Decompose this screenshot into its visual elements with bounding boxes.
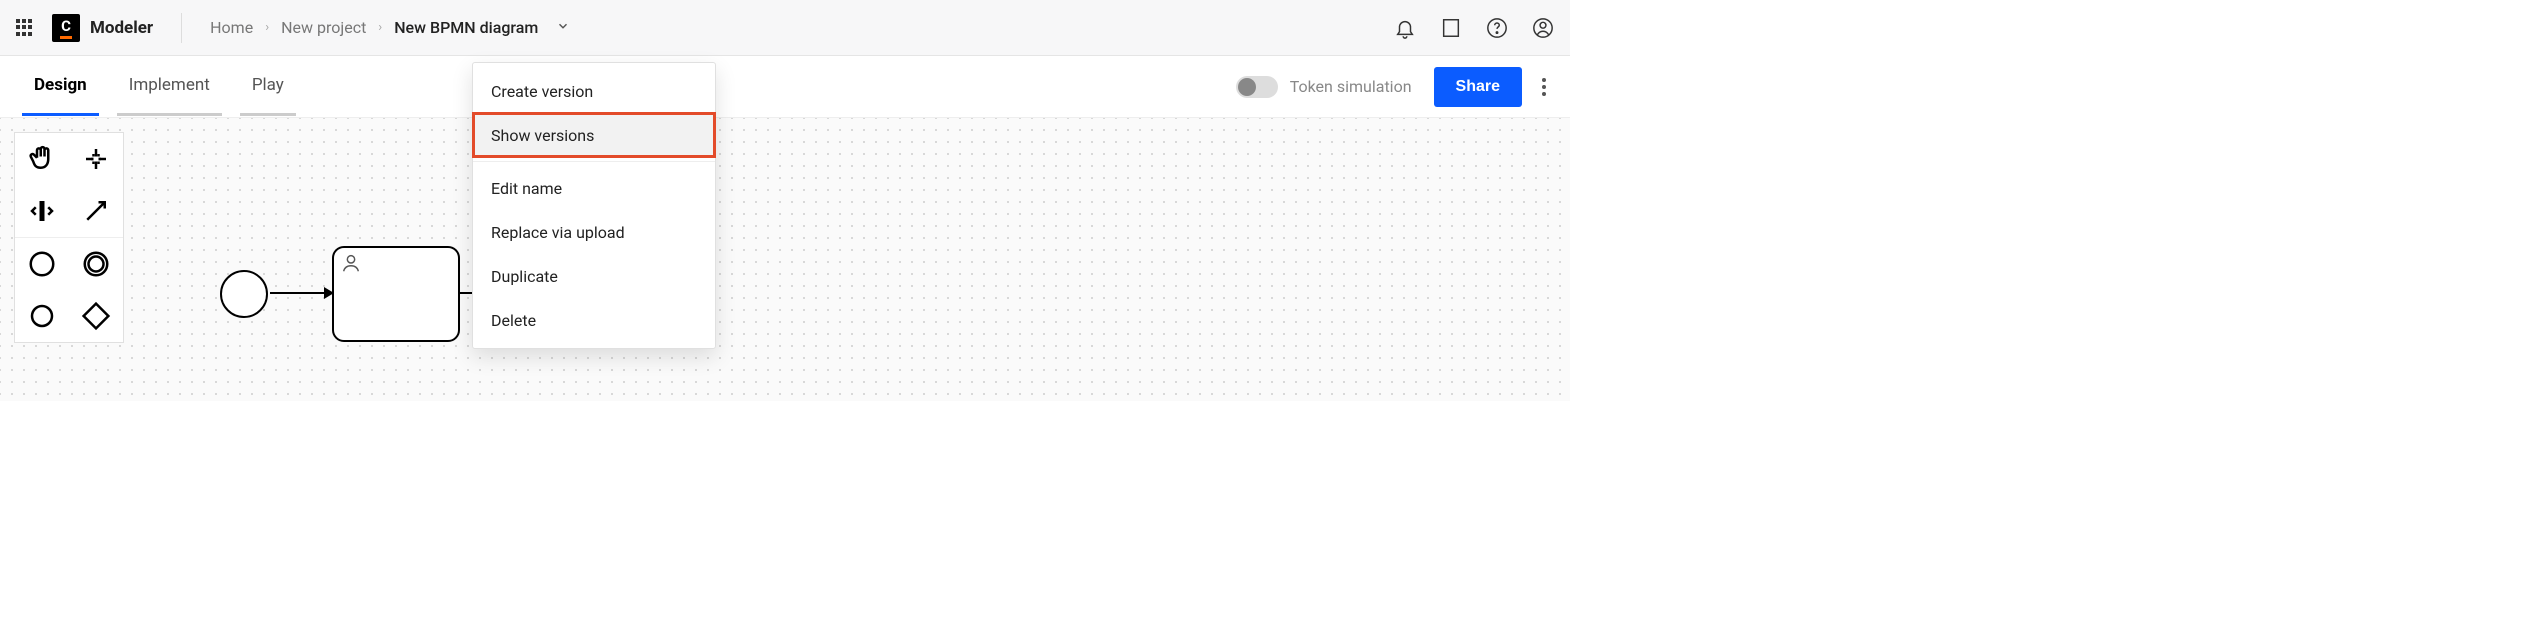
tabs-row: Design Implement Play Token simulation S… [0, 56, 1570, 118]
chevron-right-icon: › [378, 20, 382, 35]
menu-item-duplicate[interactable]: Duplicate [473, 254, 715, 298]
chevron-down-icon[interactable] [556, 18, 570, 37]
account-icon[interactable] [1532, 17, 1554, 39]
app-logo[interactable]: C [52, 14, 80, 42]
menu-item-show-versions[interactable]: Show versions [473, 113, 715, 157]
help-icon[interactable] [1486, 17, 1508, 39]
tab-design[interactable]: Design [22, 57, 99, 116]
tab-implement[interactable]: Implement [117, 57, 222, 116]
bpmn-sequence-flow[interactable] [270, 292, 332, 294]
hand-tool[interactable] [15, 133, 69, 185]
share-button[interactable]: Share [1434, 67, 1522, 107]
global-connect-tool[interactable] [69, 185, 123, 237]
breadcrumb-project[interactable]: New project [281, 18, 366, 37]
start-event-tool[interactable] [15, 238, 69, 290]
tab-play[interactable]: Play [240, 57, 296, 116]
chevron-right-icon: › [265, 20, 269, 35]
menu-item-create-version[interactable]: Create version [473, 69, 715, 113]
user-task-icon [340, 252, 362, 274]
app-name: Modeler [90, 18, 153, 38]
lasso-tool[interactable] [69, 133, 123, 185]
diagram-canvas[interactable]: Create version Show versions Edit name R… [0, 118, 1570, 401]
space-tool[interactable] [15, 185, 69, 237]
app-switcher-icon[interactable] [16, 19, 34, 37]
token-simulation-label: Token simulation [1290, 77, 1412, 96]
diagram-context-menu: Create version Show versions Edit name R… [472, 62, 716, 349]
bpmn-user-task[interactable] [332, 246, 460, 342]
intermediate-event-tool[interactable] [69, 238, 123, 290]
bpmn-start-event[interactable] [220, 270, 268, 318]
organization-icon[interactable] [1440, 17, 1462, 39]
breadcrumb-home[interactable]: Home [210, 18, 253, 37]
logo-letter: C [61, 17, 71, 35]
token-simulation-toggle[interactable] [1236, 76, 1278, 98]
end-event-tool[interactable] [15, 290, 69, 342]
menu-item-replace-upload[interactable]: Replace via upload [473, 210, 715, 254]
more-options-icon[interactable] [1536, 72, 1552, 102]
app-header: C Modeler Home › New project › New BPMN … [0, 0, 1570, 56]
menu-separator [473, 161, 715, 162]
breadcrumb-diagram[interactable]: New BPMN diagram [394, 18, 538, 37]
menu-item-edit-name[interactable]: Edit name [473, 166, 715, 210]
divider [181, 13, 182, 43]
menu-item-delete[interactable]: Delete [473, 298, 715, 342]
notifications-icon[interactable] [1394, 17, 1416, 39]
breadcrumb: Home › New project › New BPMN diagram [210, 18, 570, 37]
tool-palette [14, 132, 124, 343]
gateway-tool[interactable] [69, 290, 123, 342]
